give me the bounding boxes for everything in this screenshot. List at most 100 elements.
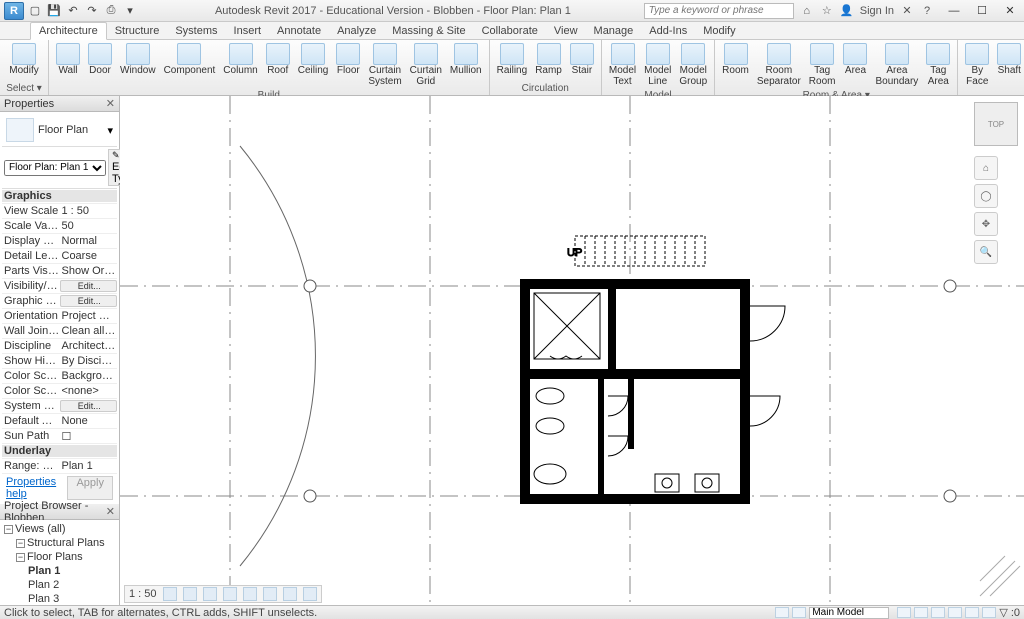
nav-wheel-icon[interactable]: ◯	[974, 184, 998, 208]
reveal-hidden-icon[interactable]	[303, 587, 317, 601]
by-face-button[interactable]: ByFace	[962, 42, 992, 88]
nav-zoom-icon[interactable]: 🔍	[974, 240, 998, 264]
props-row[interactable]: Detail LevelCoarse	[2, 249, 117, 264]
curtain-system-button[interactable]: CurtainSystem	[365, 42, 404, 88]
props-row[interactable]: Sun Path☐	[2, 429, 117, 444]
tab-structure[interactable]: Structure	[107, 23, 168, 39]
area-button[interactable]: Area	[840, 42, 870, 78]
tree-node[interactable]: Plan 2	[0, 578, 119, 592]
roof-button[interactable]: Roof	[263, 42, 293, 78]
railing-button[interactable]: Railing	[494, 42, 531, 78]
infocenter-icon[interactable]: ⌂	[800, 4, 814, 18]
editable-only-icon[interactable]	[792, 607, 806, 618]
window-close-button[interactable]: ✕	[996, 1, 1024, 21]
props-row[interactable]: Show Hidden ...By Discipline	[2, 354, 117, 369]
tab-collaborate[interactable]: Collaborate	[474, 23, 546, 39]
nav-pan-icon[interactable]: ✥	[974, 212, 998, 236]
type-dropdown-icon[interactable]: ▾	[107, 124, 113, 137]
workset-selector[interactable]	[809, 607, 889, 619]
signin-icon[interactable]: 👤	[840, 4, 854, 18]
apply-button[interactable]: Apply	[67, 476, 113, 500]
props-row[interactable]: Wall Join Disp...Clean all wall j...	[2, 324, 117, 339]
props-row[interactable]: Color Scheme<none>	[2, 384, 117, 399]
qat-save-icon[interactable]: 💾	[46, 3, 62, 19]
tab-view[interactable]: View	[546, 23, 586, 39]
props-row[interactable]: Parts VisibilityShow Original	[2, 264, 117, 279]
properties-close-icon[interactable]: ✕	[106, 97, 115, 110]
props-row[interactable]: System Color ...Edit...	[2, 399, 117, 414]
detail-level-icon[interactable]	[163, 587, 177, 601]
props-group-header[interactable]: Graphics	[2, 189, 117, 204]
properties-help-link[interactable]: Properties help	[6, 476, 67, 500]
props-row[interactable]: View Scale1 : 50	[2, 204, 117, 219]
qat-open-icon[interactable]: ▢	[27, 3, 43, 19]
tree-expander-icon[interactable]: −	[16, 553, 25, 562]
tab-manage[interactable]: Manage	[586, 23, 642, 39]
select-underlay-icon[interactable]	[931, 607, 945, 618]
app-menu-button[interactable]: R	[4, 2, 24, 20]
props-value[interactable]: 1 : 50	[60, 205, 118, 217]
instance-selector[interactable]: Floor Plan: Plan 1	[4, 160, 106, 176]
view-scale-button[interactable]: 1 : 50	[129, 588, 157, 600]
props-row[interactable]: Visibility/Grap...Edit...	[2, 279, 117, 294]
props-row[interactable]: Color Scheme...Background	[2, 369, 117, 384]
modify-button[interactable]: Modify	[4, 42, 44, 78]
tab-modify[interactable]: Modify	[695, 23, 743, 39]
help-search-input[interactable]	[644, 3, 794, 19]
tab-architecture[interactable]: Architecture	[30, 22, 107, 40]
signin-label[interactable]: Sign In	[860, 5, 894, 17]
props-row[interactable]: Graphic Displ...Edit...	[2, 294, 117, 309]
filter-icon[interactable]: ▽	[999, 606, 1007, 619]
props-value[interactable]: Architectural	[60, 340, 118, 352]
props-row[interactable]: Scale Value 1:50	[2, 219, 117, 234]
floor-button[interactable]: Floor	[333, 42, 363, 78]
shaft-button[interactable]: Shaft	[994, 42, 1024, 78]
model-group-button[interactable]: ModelGroup	[676, 42, 710, 88]
wall-button[interactable]: Wall	[53, 42, 83, 78]
room-button[interactable]: Room	[719, 42, 752, 78]
select-links-icon[interactable]	[914, 607, 928, 618]
tab-massing-site[interactable]: Massing & Site	[384, 23, 473, 39]
tree-expander-icon[interactable]: −	[16, 539, 25, 548]
select-face-icon[interactable]	[965, 607, 979, 618]
exchange-icon[interactable]: ✕	[900, 4, 914, 18]
crop-view-icon[interactable]	[243, 587, 257, 601]
drag-elements-icon[interactable]	[982, 607, 996, 618]
tree-node[interactable]: −Views (all)	[0, 522, 119, 536]
qat-print-icon[interactable]: ⎙	[103, 3, 119, 19]
qat-redo-icon[interactable]: ↷	[84, 3, 100, 19]
type-selector[interactable]: Floor Plan	[38, 124, 103, 136]
tree-node[interactable]: −Structural Plans	[0, 536, 119, 550]
drawing-canvas[interactable]: UP TOP ⌂ ◯ ✥ 🔍 1 : 50	[120, 96, 1024, 605]
tree-node[interactable]: Plan 1	[0, 564, 119, 578]
props-value[interactable]: Show Original	[60, 265, 118, 277]
workset-icon[interactable]	[775, 607, 789, 618]
room-separator-button[interactable]: RoomSeparator	[754, 42, 804, 88]
column-button[interactable]: Column	[220, 42, 260, 78]
props-value[interactable]: <none>	[60, 385, 118, 397]
help-icon[interactable]: ?	[920, 4, 934, 18]
tree-node[interactable]: −Floor Plans	[0, 550, 119, 564]
window-button[interactable]: Window	[117, 42, 159, 78]
props-value[interactable]: Edit...	[60, 400, 118, 412]
tab-annotate[interactable]: Annotate	[269, 23, 329, 39]
window-maximize-button[interactable]: ☐	[968, 1, 996, 21]
props-value[interactable]: Background	[60, 370, 118, 382]
component-button[interactable]: Component	[161, 42, 219, 78]
browser-close-icon[interactable]: ✕	[106, 505, 115, 518]
props-row[interactable]: Default Analy...None	[2, 414, 117, 429]
tree-node[interactable]: Plan 3	[0, 592, 119, 605]
tab-systems[interactable]: Systems	[167, 23, 225, 39]
curtain-grid-button[interactable]: CurtainGrid	[407, 42, 445, 88]
stair-button[interactable]: Stair	[567, 42, 597, 78]
tree-expander-icon[interactable]: −	[4, 525, 13, 534]
props-value[interactable]: None	[60, 415, 118, 427]
props-value[interactable]: Plan 1	[60, 460, 118, 472]
tag-room-button[interactable]: TagRoom	[806, 42, 839, 88]
project-browser[interactable]: −Views (all)−Structural Plans−Floor Plan…	[0, 520, 119, 605]
tab-insert[interactable]: Insert	[226, 23, 270, 39]
props-value[interactable]: Coarse	[60, 250, 118, 262]
area-boundary-button[interactable]: AreaBoundary	[872, 42, 921, 88]
props-row[interactable]: Display ModelNormal	[2, 234, 117, 249]
props-value[interactable]: Project North	[60, 310, 118, 322]
